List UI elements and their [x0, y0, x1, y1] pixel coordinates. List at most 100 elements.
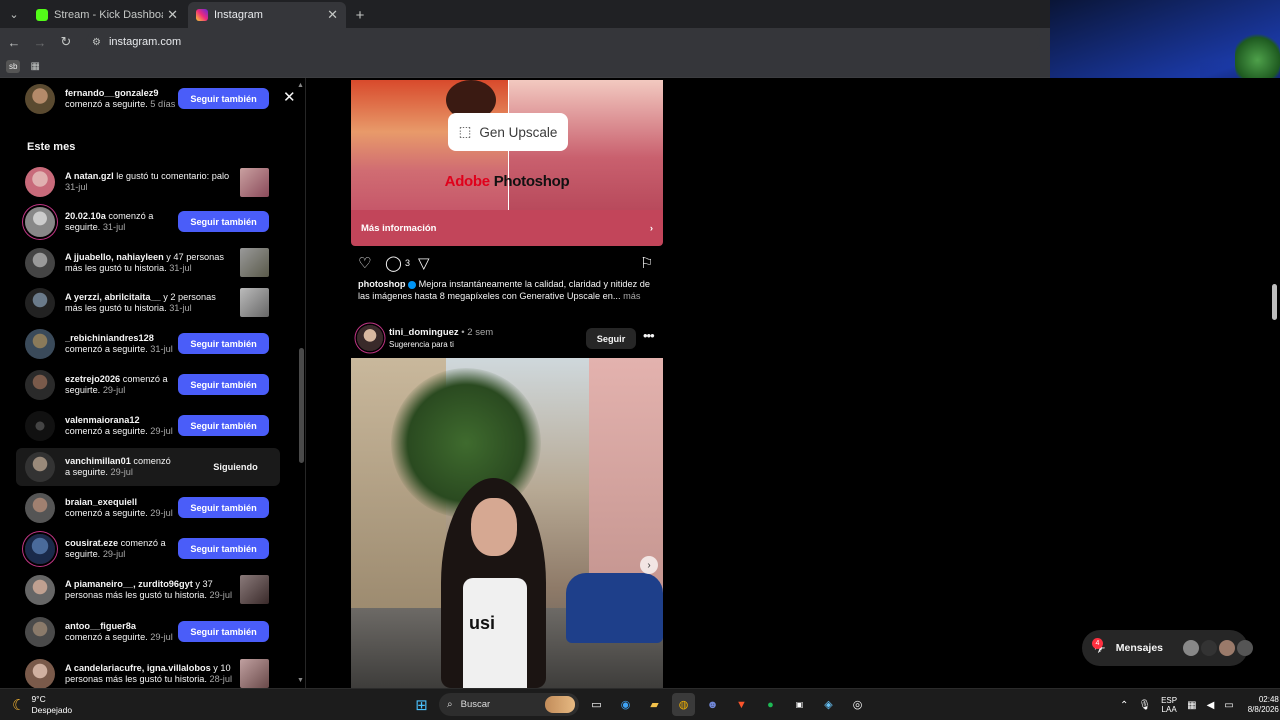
battery-icon[interactable]: ▭	[1224, 700, 1233, 711]
follow-back-button[interactable]: Seguir también	[178, 88, 269, 109]
story-thumbnail[interactable]	[240, 288, 269, 317]
avatar[interactable]	[25, 617, 55, 647]
username[interactable]: A candelariacufre, igna.villalobos	[65, 663, 211, 673]
obs-icon[interactable]: ◎	[846, 693, 869, 716]
username[interactable]: antoo__figuer8a	[65, 621, 136, 631]
site-info-icon[interactable]: ⚙	[92, 37, 101, 48]
username[interactable]: vanchimillan01	[65, 456, 131, 466]
username[interactable]: A natan.gzl	[65, 171, 114, 181]
notification-row[interactable]: A natan.gzl le gustó tu comentario: palo…	[16, 163, 280, 201]
volume-icon[interactable]: ◀	[1207, 700, 1215, 711]
username[interactable]: cousirat.eze	[65, 538, 118, 548]
follow-back-button[interactable]: Seguir también	[178, 415, 269, 436]
notification-row[interactable]: A jjuabello, nahiayleen y 47 personas má…	[16, 244, 280, 282]
task-view-icon[interactable]: ▭	[585, 693, 608, 716]
username[interactable]: _rebichiniandres128	[65, 333, 154, 343]
follow-back-button[interactable]: Seguir también	[178, 211, 269, 232]
story-thumbnail[interactable]	[240, 659, 269, 688]
more-info-button[interactable]: Más información ›	[351, 210, 663, 246]
notification-row[interactable]: _rebichiniandres128 comenzó a seguirte. …	[16, 325, 280, 363]
tab-search-icon[interactable]: ⌄	[0, 0, 28, 28]
username[interactable]: A jjuabello, nahiayleen	[65, 252, 164, 262]
forward-arrow-icon[interactable]: →	[28, 30, 52, 54]
notification-row[interactable]: ezetrejo2026 comenzó a seguirte. 29-jul …	[16, 366, 280, 404]
following-button[interactable]: Siguiendo	[190, 456, 281, 477]
network-icon[interactable]: ▦	[1187, 700, 1196, 711]
avatar[interactable]	[25, 659, 55, 689]
close-tab-icon[interactable]: ✕	[327, 7, 338, 23]
post-thumbnail[interactable]	[240, 168, 269, 197]
windows-start-icon[interactable]: ⊞	[410, 693, 433, 716]
heart-icon[interactable]: ♡	[358, 254, 371, 272]
tab-instagram[interactable]: Instagram ✕	[188, 2, 346, 28]
avatar[interactable]	[357, 325, 383, 351]
address-bar[interactable]: ⚙ instagram.com	[86, 31, 1040, 53]
scroll-down-arrow-icon[interactable]: ▼	[297, 677, 304, 684]
follow-back-button[interactable]: Seguir también	[178, 497, 269, 518]
notification-row[interactable]: valenmaiorana12 comenzó a seguirte. 29-j…	[16, 407, 280, 445]
avatar[interactable]	[25, 534, 55, 564]
brave-icon[interactable]: ▼	[730, 693, 753, 716]
share-icon[interactable]: ▽	[418, 254, 430, 272]
follow-back-button[interactable]: Seguir también	[178, 374, 269, 395]
next-image-arrow-icon[interactable]: ›	[640, 556, 658, 574]
notification-row[interactable]: 20.02.10a comenzó a seguirte. 31-jul Seg…	[16, 203, 280, 241]
language-indicator[interactable]: ESP LAA	[1161, 696, 1177, 715]
follow-button[interactable]: Seguir	[586, 328, 636, 349]
feed-scrollbar-thumb[interactable]	[1272, 284, 1277, 320]
avatar[interactable]	[25, 411, 55, 441]
spotify-icon[interactable]: ●	[759, 693, 782, 716]
story-thumbnail[interactable]	[240, 248, 269, 277]
bookmark-sb[interactable]: sb	[6, 60, 21, 73]
avatar[interactable]	[25, 329, 55, 359]
ad-image[interactable]: ⬚ Gen Upscale Adobe Photoshop	[351, 80, 663, 210]
notification-row[interactable]: A piamaneiro__, zurdito96gyt y 37 person…	[16, 571, 280, 609]
username[interactable]: braian_exequiell	[65, 497, 137, 507]
messages-button[interactable]: ✈ 4 Mensajes	[1082, 630, 1254, 666]
username[interactable]: A piamaneiro__, zurdito96gyt	[65, 579, 193, 589]
follow-back-button[interactable]: Seguir también	[178, 333, 269, 354]
notification-row[interactable]: cousirat.eze comenzó a seguirte. 29-jul …	[16, 530, 280, 568]
username[interactable]: valenmaiorana12	[65, 415, 140, 425]
story-thumbnail[interactable]	[240, 575, 269, 604]
edge-icon[interactable]: ◉	[614, 693, 637, 716]
microphone-icon[interactable]: 🎙	[1138, 700, 1151, 711]
caption-username[interactable]: photoshop	[358, 279, 405, 289]
username[interactable]: ezetrejo2026	[65, 374, 120, 384]
notification-row[interactable]: vanchimillan01 comenzó a seguirte. 29-ju…	[16, 448, 280, 486]
discord-icon[interactable]: ☻	[701, 693, 724, 716]
notification-row[interactable]: braian_exequiell comenzó a seguirte. 29-…	[16, 489, 280, 527]
follow-back-button[interactable]: Seguir también	[178, 621, 269, 642]
file-explorer-icon[interactable]: ▰	[643, 693, 666, 716]
avatar[interactable]	[25, 493, 55, 523]
tray-overflow-icon[interactable]: ⌃	[1120, 700, 1128, 711]
chrome-icon[interactable]: ◍	[672, 693, 695, 716]
reload-icon[interactable]: ↻	[54, 30, 78, 54]
bookmark-icon[interactable]: ⚐	[640, 254, 653, 272]
notification-row[interactable]: A yerzzi, abrilcitaita__ y 2 personas má…	[16, 284, 280, 322]
username[interactable]: A yerzzi, abrilcitaita__	[65, 292, 161, 302]
avatar[interactable]	[25, 248, 55, 278]
post-image[interactable]: usi ›	[351, 358, 663, 688]
avatar[interactable]	[25, 207, 55, 237]
more-options-icon[interactable]: •••	[643, 328, 655, 343]
avatar[interactable]	[25, 370, 55, 400]
caption-more-link[interactable]: más	[621, 291, 640, 301]
tab-kick-dashboard[interactable]: Stream - Kick Dashboard ✕	[28, 2, 186, 28]
avatar[interactable]	[25, 452, 55, 482]
weather-widget[interactable]: ☾ 9°C Despejado	[12, 694, 72, 715]
avatar[interactable]	[25, 288, 55, 318]
username[interactable]: fernando__gonzalez9	[65, 88, 158, 98]
steam-icon[interactable]: ◈	[817, 693, 840, 716]
epic-games-icon[interactable]: ▣	[788, 693, 811, 716]
notification-row[interactable]: fernando__gonzalez9 comenzó a seguirte. …	[16, 80, 280, 118]
close-tab-icon[interactable]: ✕	[167, 7, 178, 23]
panel-scrollbar-thumb[interactable]	[299, 348, 304, 463]
avatar[interactable]	[25, 84, 55, 114]
username[interactable]: tini_dominguez	[389, 327, 459, 338]
avatar[interactable]	[25, 575, 55, 605]
close-icon[interactable]: ✕	[283, 88, 296, 106]
avatar[interactable]	[25, 167, 55, 197]
plus-icon[interactable]: +	[348, 2, 372, 28]
back-arrow-icon[interactable]: ←	[2, 30, 26, 54]
